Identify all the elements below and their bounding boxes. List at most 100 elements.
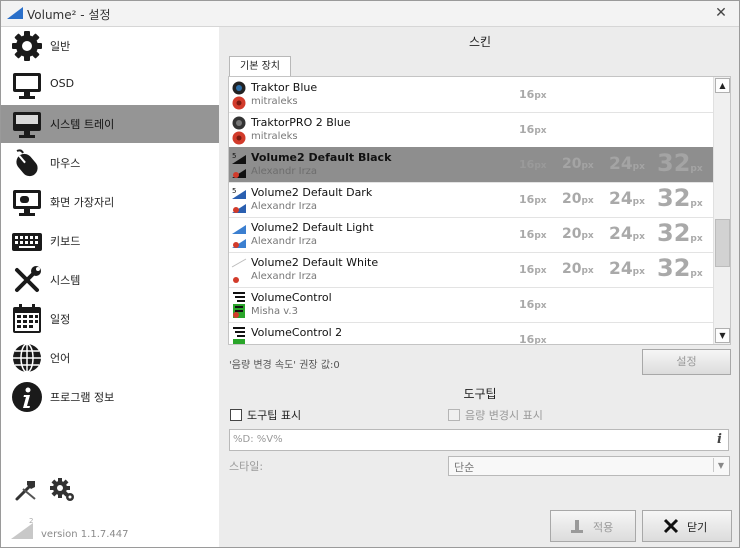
skin-name: TraktorPRO 2 Blue: [251, 116, 351, 129]
svg-text:2: 2: [29, 517, 33, 525]
size-20px: 20px: [562, 226, 594, 242]
close-label: 닫기: [687, 521, 708, 534]
svg-text:5: 5: [232, 187, 236, 195]
style-select-value: 단순: [454, 461, 475, 474]
skin-list[interactable]: Traktor Blue mitraleks 16px TraktorPRO 2…: [228, 76, 731, 345]
sidebar-item-label: 키보드: [50, 235, 81, 248]
size-20px: 20px: [562, 156, 594, 172]
sidebar-item-system-tray[interactable]: 시스템 트레이: [1, 105, 219, 143]
skin-name: VolumeControl: [251, 291, 332, 304]
sidebar-item-label: 화면 가장자리: [50, 196, 115, 209]
style-label: 스타일:: [229, 460, 264, 473]
tooltip-section-title: 도구팁: [463, 387, 497, 401]
sidebar-item-language[interactable]: 언어: [1, 339, 219, 377]
list-item[interactable]: VolumeControl Misha v.3 16px: [229, 287, 714, 323]
scrollbar-thumb[interactable]: [715, 219, 730, 267]
sidebar-item-osd[interactable]: OSD: [1, 66, 219, 104]
list-item[interactable]: 5 Volume2 Default Dark Alexandr Irza 16p…: [229, 182, 714, 218]
skin-preview-icon: 5: [232, 152, 246, 178]
tab-default-device[interactable]: 기본 장치: [229, 56, 291, 77]
version-label: version 1.1.7.447: [41, 529, 129, 540]
size-20px: 20px: [562, 261, 594, 277]
skin-author: mitraleks: [251, 131, 298, 142]
list-item[interactable]: Volume2 Default Light Alexandr Irza 16px…: [229, 217, 714, 253]
sidebar-item-schedule[interactable]: 일정: [1, 300, 219, 338]
scroll-up-icon[interactable]: ▲: [715, 78, 730, 93]
sidebar-item-keyboard[interactable]: 키보드: [1, 222, 219, 260]
chevron-down-icon[interactable]: ▼: [713, 458, 728, 472]
show-on-volume-change-label: 음량 변경시 표시: [465, 409, 543, 422]
title-bar[interactable]: Volume² - 설정 ✕: [1, 1, 739, 27]
tooltip-format-input[interactable]: [233, 431, 693, 447]
show-on-volume-change-checkbox[interactable]: [448, 409, 460, 421]
skin-author: Alexandr Irza: [251, 271, 318, 282]
size-16px: 16px: [519, 228, 547, 241]
size-32px: 32px: [657, 149, 703, 177]
volume-logo-icon: 2: [11, 517, 33, 539]
skin-settings-button[interactable]: 설정: [642, 349, 731, 375]
apply-button[interactable]: 적용: [550, 510, 636, 542]
skin-name: Traktor Blue: [251, 81, 318, 94]
monitor-icon: [13, 73, 41, 99]
skin-preview-icon: [231, 258, 247, 283]
apply-icon: [571, 520, 583, 533]
sidebar: 일반 OSD 시스템 트레이 마우스 화면 가장자리 키보드 시스템 일정 언어…: [1, 27, 219, 547]
list-item[interactable]: Volume2 Default White Alexandr Irza 16px…: [229, 252, 714, 288]
system-tray-icon: [13, 112, 41, 138]
tooltip-format-field[interactable]: i: [229, 429, 729, 451]
list-item-selected[interactable]: 5 Volume2 Default Black Alexandr Irza 16…: [229, 147, 714, 183]
show-tooltip-label: 도구팁 표시: [247, 409, 302, 422]
close-button[interactable]: 닫기: [642, 510, 732, 542]
sidebar-item-mouse[interactable]: 마우스: [1, 144, 219, 182]
style-select[interactable]: 단순 ▼: [448, 456, 730, 476]
sidebar-item-label: 일정: [50, 313, 71, 326]
sidebar-item-label: 언어: [50, 352, 71, 365]
skin-name: Volume2 Default White: [251, 256, 379, 269]
size-16px: 16px: [519, 333, 547, 345]
size-16px: 16px: [519, 88, 547, 101]
info-icon[interactable]: i: [717, 432, 722, 447]
size-20px: 20px: [562, 191, 594, 207]
size-16px: 16px: [519, 263, 547, 276]
size-24px: 24px: [609, 259, 645, 279]
skin-preview-icon: [233, 327, 245, 344]
list-item[interactable]: VolumeControl 2 16px: [229, 322, 714, 345]
show-tooltip-checkbox[interactable]: [230, 409, 242, 421]
size-24px: 24px: [609, 189, 645, 209]
skin-preview-icon: 5: [232, 187, 246, 213]
size-32px: 32px: [657, 219, 703, 247]
skin-author: Alexandr Irza: [251, 236, 318, 247]
skin-list-scrollbar[interactable]: ▲ ▼: [713, 77, 730, 344]
skin-preview-icon: [233, 292, 245, 318]
size-16px: 16px: [519, 158, 547, 171]
close-icon[interactable]: ✕: [711, 4, 731, 22]
advanced-settings-icon[interactable]: [49, 477, 75, 503]
size-16px: 16px: [519, 193, 547, 206]
scroll-down-icon[interactable]: ▼: [715, 328, 730, 343]
volume-app-icon: [7, 7, 23, 19]
size-16px: 16px: [519, 123, 547, 136]
list-item[interactable]: Traktor Blue mitraleks 16px: [229, 77, 714, 113]
size-16px: 16px: [519, 298, 547, 311]
skin-name: Volume2 Default Black: [251, 151, 392, 164]
skin-preview-icon: [232, 116, 246, 145]
skin-name: Volume2 Default Light: [251, 221, 374, 234]
window-title: Volume² - 설정: [27, 8, 111, 22]
close-x-icon: [663, 518, 679, 534]
sidebar-item-label: 마우스: [50, 157, 81, 170]
wrench-tool-icon[interactable]: [13, 477, 39, 503]
skins-section-title: 스킨: [468, 35, 492, 49]
sidebar-item-screen-edge[interactable]: 화면 가장자리: [1, 183, 219, 221]
info-icon: [12, 382, 42, 412]
skin-preview-icon: [232, 81, 246, 110]
sidebar-item-about[interactable]: 프로그램 정보: [1, 378, 219, 416]
sidebar-item-system[interactable]: 시스템: [1, 261, 219, 299]
size-24px: 24px: [609, 224, 645, 244]
skin-preview-icon: [232, 225, 246, 248]
size-32px: 32px: [657, 184, 703, 212]
skin-author: Misha v.3: [251, 306, 298, 317]
apply-label: 적용: [593, 521, 614, 534]
sidebar-item-general[interactable]: 일반: [1, 27, 219, 65]
calendar-icon: [13, 304, 41, 333]
list-item[interactable]: TraktorPRO 2 Blue mitraleks 16px: [229, 112, 714, 148]
